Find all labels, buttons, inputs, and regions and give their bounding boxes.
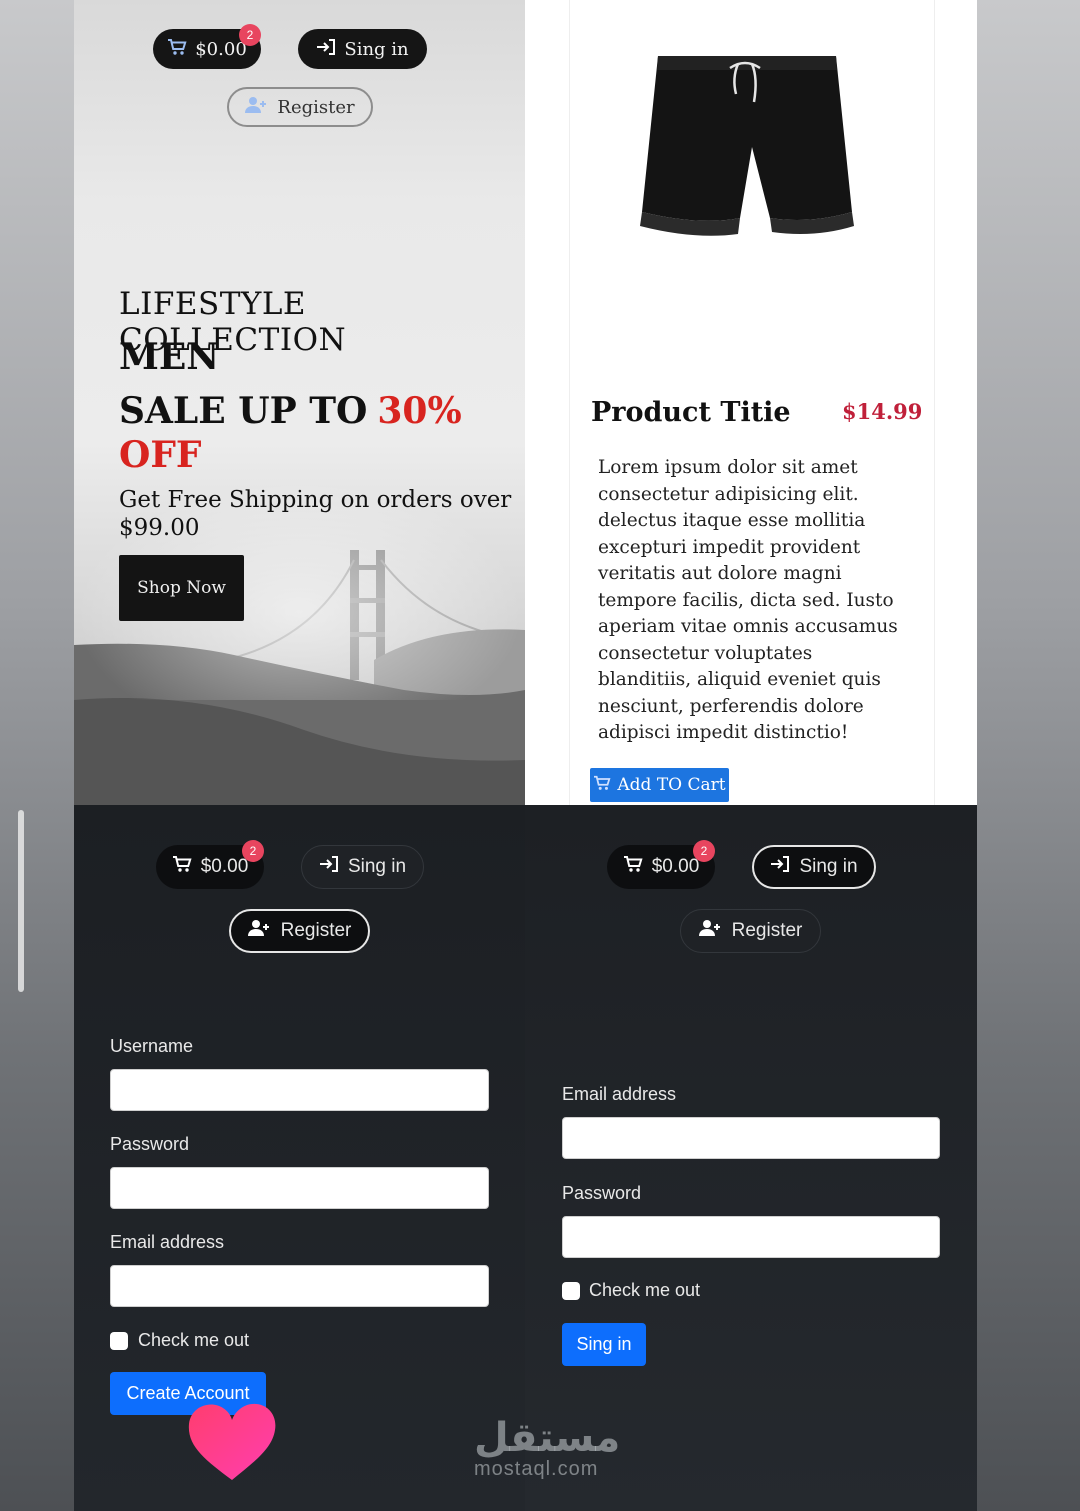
add-user-icon: [247, 919, 272, 943]
cart-icon: [167, 38, 187, 61]
sign-in-button[interactable]: Sing in: [752, 845, 876, 889]
password-input[interactable]: [562, 1216, 940, 1258]
register-button[interactable]: Register: [229, 909, 370, 953]
cart-total: $0.00: [195, 38, 247, 60]
register-label: Register: [277, 96, 355, 118]
men-heading: MEN: [119, 336, 220, 378]
cart-count-badge: 2: [242, 840, 264, 862]
add-to-cart-label: Add TO Cart: [617, 775, 726, 795]
password-label: Password: [562, 1183, 642, 1203]
add-to-cart-button[interactable]: Add TO Cart: [590, 768, 729, 802]
add-user-icon: [245, 96, 269, 119]
register-label: Register: [731, 920, 803, 941]
cart-icon: [593, 775, 611, 796]
username-input[interactable]: [110, 1069, 489, 1111]
email-label: Email address: [110, 1232, 225, 1252]
check-me-out-label: Check me out: [138, 1330, 250, 1350]
scroll-indicator[interactable]: [18, 810, 24, 992]
password-label: Password: [110, 1134, 190, 1154]
cart-total: $0.00: [651, 856, 700, 877]
add-user-icon: [698, 919, 723, 943]
register-button[interactable]: Register: [227, 87, 373, 127]
product-description: Lorem ipsum dolor sit amet consectetur a…: [598, 457, 898, 743]
shop-now-button[interactable]: Shop Now: [119, 555, 244, 621]
check-me-out-checkbox[interactable]: [110, 1332, 128, 1350]
sign-in-submit-button[interactable]: Sing in: [562, 1323, 646, 1366]
off-heading: OFF: [119, 434, 202, 476]
sign-in-label: Sing in: [344, 38, 409, 60]
email-label: Email address: [562, 1084, 677, 1104]
register-form-panel: $0.00 2 Sing in Register Username Passwo…: [74, 805, 525, 1511]
password-input[interactable]: [110, 1167, 489, 1209]
check-me-out-label: Check me out: [589, 1280, 701, 1300]
watermark-logo-latin: mostaql.com: [474, 1458, 599, 1480]
sign-in-icon: [316, 38, 336, 61]
cart-icon: [172, 855, 192, 879]
shorts-image: [640, 56, 854, 236]
watermark-logo-arabic: مستقل: [474, 1415, 621, 1461]
username-label: Username: [110, 1036, 194, 1056]
sign-in-form-panel: $0.00 2 Sing in Register Email address P…: [525, 805, 977, 1511]
sale-text: SALE UP TO: [119, 390, 368, 432]
product-card-panel: Product Titie $14.99 Lorem ipsum dolor s…: [525, 0, 977, 805]
cart-icon: [623, 855, 643, 879]
register-label: Register: [280, 920, 352, 941]
cart-total: $0.00: [200, 856, 249, 877]
sign-in-icon: [770, 855, 790, 879]
shipping-text: Get Free Shipping on orders over $99.00: [119, 487, 512, 541]
email-input[interactable]: [562, 1117, 940, 1159]
cart-count-badge: 2: [693, 840, 715, 862]
product-price: $14.99: [842, 399, 923, 424]
sale-percent: 30%: [377, 390, 462, 432]
sale-heading: SALE UP TO 30%: [119, 390, 462, 432]
product-title: Product Titie: [591, 397, 791, 428]
check-me-out-checkbox[interactable]: [562, 1282, 580, 1300]
heart-icon: [188, 1403, 276, 1480]
sign-in-icon: [319, 855, 339, 879]
sign-in-button[interactable]: Sing in: [301, 845, 424, 889]
register-button[interactable]: Register: [680, 909, 821, 953]
email-input[interactable]: [110, 1265, 489, 1307]
hero-banner: $0.00 2 Sing in Register LIFESTYLE COLLE…: [74, 0, 525, 805]
screenshot-frame: $0.00 2 Sing in Register LIFESTYLE COLLE…: [74, 0, 977, 1511]
sign-in-label: Sing in: [799, 856, 858, 877]
cart-count-badge: 2: [239, 24, 261, 46]
sign-in-label: Sing in: [347, 856, 407, 877]
sign-in-button[interactable]: Sing in: [298, 29, 427, 69]
